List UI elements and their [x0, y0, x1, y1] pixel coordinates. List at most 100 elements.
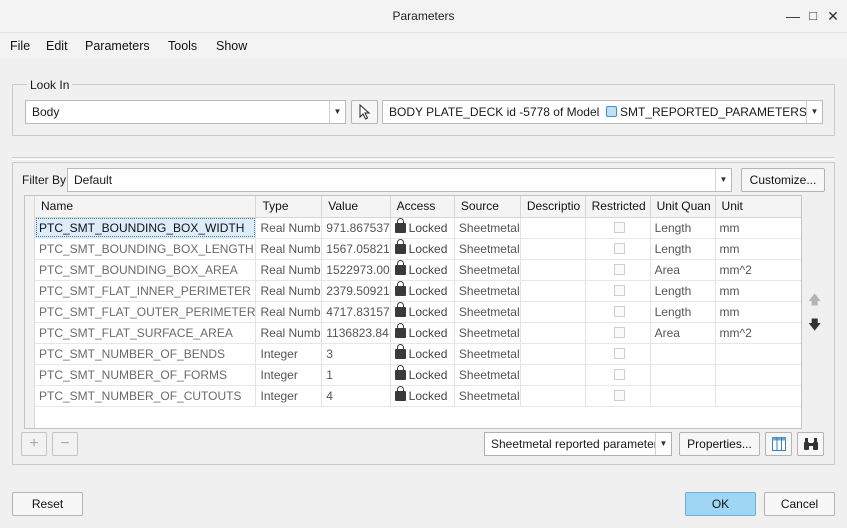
cell-description[interactable] [520, 343, 586, 365]
cell-description[interactable] [520, 259, 586, 281]
cell-access[interactable]: Locked [390, 364, 455, 386]
cell-source[interactable]: Sheetmetal [454, 301, 521, 323]
cell-name[interactable]: PTC_SMT_BOUNDING_BOX_AREA [35, 259, 257, 281]
cell-restricted[interactable] [585, 322, 651, 344]
cell-type[interactable]: Integer [255, 385, 323, 407]
cell-unit[interactable] [715, 364, 801, 386]
move-down-icon[interactable]: 🡇 [808, 316, 821, 338]
cell-unit-quantity[interactable]: Length [650, 217, 716, 239]
select-item-button[interactable] [351, 100, 378, 124]
cell-unit-quantity[interactable]: Area [650, 322, 716, 344]
restricted-checkbox[interactable] [613, 347, 625, 359]
cell-source[interactable]: Sheetmetal [454, 280, 521, 302]
cell-unit[interactable] [715, 343, 801, 365]
table-row[interactable]: PTC_SMT_NUMBER_OF_CUTOUTS Integer 4 Locked S… [35, 385, 801, 407]
column-header-restricted[interactable]: Restricted [585, 196, 651, 218]
cell-value[interactable]: 971.867537 [321, 217, 391, 239]
properties-button[interactable]: Properties... [679, 432, 760, 456]
cell-value[interactable]: 4 [321, 385, 391, 407]
column-header-unit-quantity[interactable]: Unit Quan [650, 196, 716, 218]
reset-button[interactable]: Reset [12, 492, 83, 516]
cell-restricted[interactable] [585, 343, 651, 365]
cell-source[interactable]: Sheetmetal [454, 364, 521, 386]
table-row[interactable]: PTC_SMT_FLAT_OUTER_PERIMETER Real Numb 471… [35, 301, 801, 323]
cell-type[interactable]: Real Numb [255, 322, 323, 344]
cell-name[interactable]: PTC_SMT_BOUNDING_BOX_WIDTH [35, 217, 257, 239]
parameter-set-select[interactable]: Sheetmetal reported parameters ▼ [484, 432, 672, 456]
cell-source[interactable]: Sheetmetal [454, 238, 521, 260]
cell-restricted[interactable] [585, 217, 651, 239]
column-header-description[interactable]: Descriptio [520, 196, 586, 218]
menu-edit[interactable]: Edit [46, 39, 68, 53]
ok-button[interactable]: OK [685, 492, 756, 516]
cell-unit-quantity[interactable]: Area [650, 259, 716, 281]
cell-unit-quantity[interactable] [650, 364, 716, 386]
cell-access[interactable]: Locked [390, 217, 455, 239]
cell-description[interactable] [520, 238, 586, 260]
column-header-name[interactable]: Name [35, 196, 257, 218]
cell-description[interactable] [520, 301, 586, 323]
filter-by-select[interactable]: Default ▼ [67, 168, 732, 192]
look-in-scope-select[interactable]: Body ▼ [25, 100, 346, 124]
cell-type[interactable]: Real Numb [255, 217, 323, 239]
restricted-checkbox[interactable] [613, 263, 625, 275]
cell-source[interactable]: Sheetmetal [454, 259, 521, 281]
cell-value[interactable]: 2379.50921 [321, 280, 391, 302]
cell-value[interactable]: 1522973.00 [321, 259, 391, 281]
add-parameter-button[interactable]: + [21, 432, 47, 456]
menu-tools[interactable]: Tools [168, 39, 197, 53]
cell-description[interactable] [520, 364, 586, 386]
cell-type[interactable]: Integer [255, 364, 323, 386]
table-row[interactable]: PTC_SMT_BOUNDING_BOX_AREA Real Numb 152297… [35, 259, 801, 281]
cell-restricted[interactable] [585, 385, 651, 407]
cell-name[interactable]: PTC_SMT_NUMBER_OF_BENDS [35, 343, 257, 365]
move-up-icon[interactable]: 🡅 [808, 291, 821, 313]
table-row[interactable]: PTC_SMT_FLAT_SURFACE_AREA Real Numb 113682… [35, 322, 801, 344]
find-button[interactable] [797, 432, 824, 456]
cell-source[interactable]: Sheetmetal [454, 217, 521, 239]
cancel-button[interactable]: Cancel [764, 492, 835, 516]
cell-unit[interactable]: mm [715, 301, 801, 323]
cell-name[interactable]: PTC_SMT_FLAT_SURFACE_AREA [35, 322, 257, 344]
cell-access[interactable]: Locked [390, 259, 455, 281]
menu-file[interactable]: File [10, 39, 30, 53]
cell-access[interactable]: Locked [390, 238, 455, 260]
cell-access[interactable]: Locked [390, 322, 455, 344]
cell-access[interactable]: Locked [390, 343, 455, 365]
close-icon[interactable]: ✕ [825, 7, 841, 25]
cell-name[interactable]: PTC_SMT_FLAT_INNER_PERIMETER [35, 280, 257, 302]
cell-unit-quantity[interactable]: Length [650, 238, 716, 260]
cell-value[interactable]: 1567.05821 [321, 238, 391, 260]
column-header-unit[interactable]: Unit [715, 196, 801, 218]
cell-unit[interactable] [715, 385, 801, 407]
column-header-source[interactable]: Source [454, 196, 521, 218]
table-row[interactable]: PTC_SMT_NUMBER_OF_BENDS Integer 3 Locked She… [35, 343, 801, 365]
cell-restricted[interactable] [585, 280, 651, 302]
cell-restricted[interactable] [585, 364, 651, 386]
cell-type[interactable]: Integer [255, 343, 323, 365]
cell-value[interactable]: 1 [321, 364, 391, 386]
table-row[interactable]: PTC_SMT_FLAT_INNER_PERIMETER Real Numb 237… [35, 280, 801, 302]
cell-unit[interactable]: mm [715, 280, 801, 302]
table-row[interactable]: PTC_SMT_BOUNDING_BOX_LENGTH Real Numb 1567… [35, 238, 801, 260]
cell-unit-quantity[interactable] [650, 343, 716, 365]
cell-name[interactable]: PTC_SMT_NUMBER_OF_FORMS [35, 364, 257, 386]
cell-access[interactable]: Locked [390, 280, 455, 302]
cell-access[interactable]: Locked [390, 385, 455, 407]
cell-value[interactable]: 4717.83157 [321, 301, 391, 323]
column-header-value[interactable]: Value [321, 196, 391, 218]
cell-unit-quantity[interactable]: Length [650, 280, 716, 302]
cell-type[interactable]: Real Numb [255, 259, 323, 281]
cell-restricted[interactable] [585, 238, 651, 260]
cell-unit[interactable]: mm [715, 238, 801, 260]
cell-name[interactable]: PTC_SMT_BOUNDING_BOX_LENGTH [35, 238, 257, 260]
customize-button[interactable]: Customize... [741, 168, 825, 192]
restricted-checkbox[interactable] [613, 389, 625, 401]
menu-parameters[interactable]: Parameters [85, 39, 150, 53]
cell-type[interactable]: Real Numb [255, 280, 323, 302]
cell-unit-quantity[interactable]: Length [650, 301, 716, 323]
cell-unit[interactable]: mm^2 [715, 322, 801, 344]
table-row[interactable]: PTC_SMT_BOUNDING_BOX_WIDTH Real Numb 971.8… [35, 217, 801, 239]
cell-value[interactable]: 3 [321, 343, 391, 365]
cell-type[interactable]: Real Numb [255, 301, 323, 323]
